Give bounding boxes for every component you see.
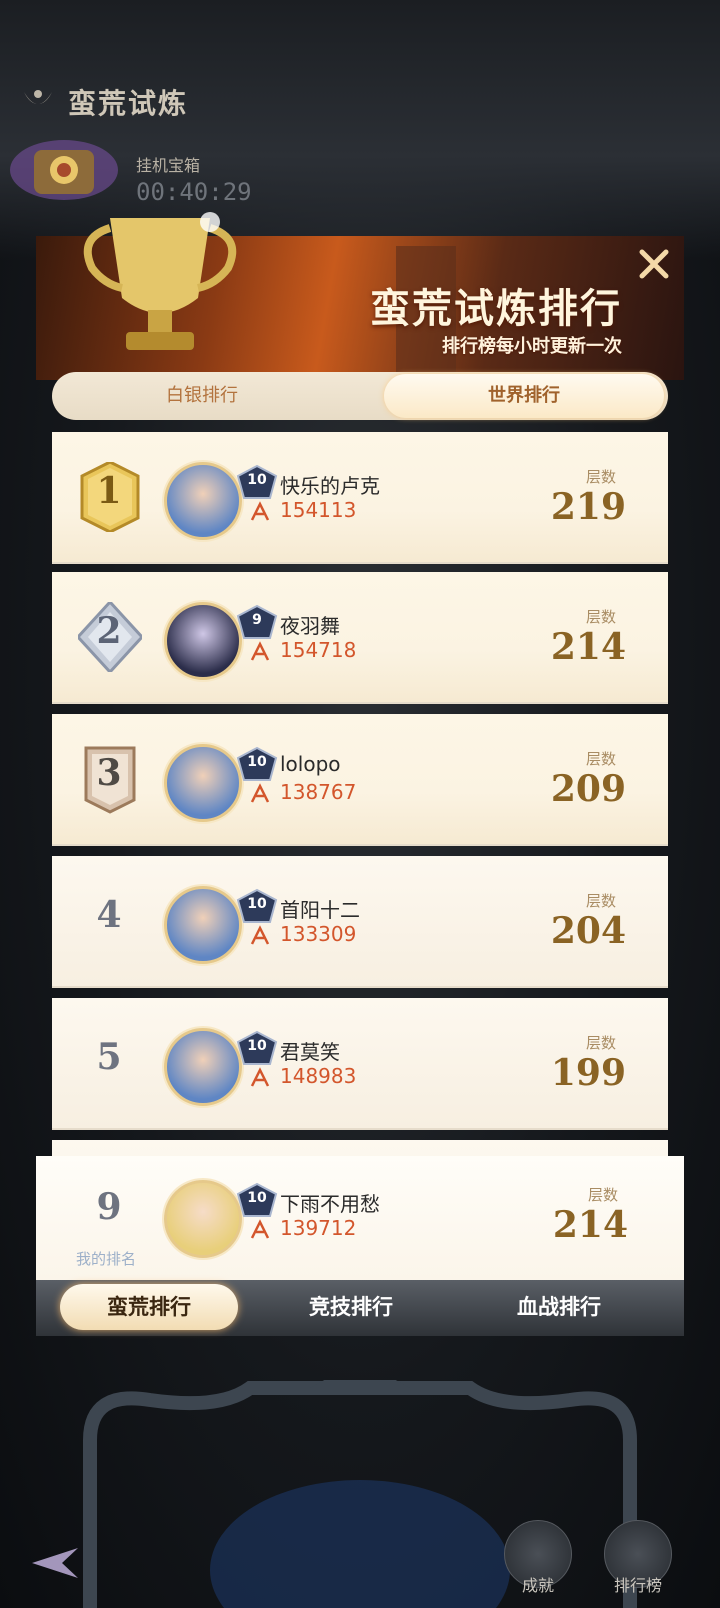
floors-value: 204 <box>550 910 626 952</box>
avatar[interactable] <box>164 602 242 680</box>
ranking-row[interactable]: 1 10 快乐的卢克 154113 层数 219 <box>52 432 668 564</box>
tab-world-ranking[interactable]: 世界排行 <box>384 374 664 418</box>
power-icon <box>250 501 270 521</box>
modal-title: 蛮荒试炼排行 <box>370 285 622 332</box>
region-tabs: 白银排行 世界排行 <box>52 372 668 420</box>
power-icon <box>250 1219 270 1239</box>
floors-label: 层数 <box>585 608 616 626</box>
power-icon <box>250 641 270 661</box>
floors-label: 层数 <box>585 468 616 486</box>
power-icon <box>250 925 270 945</box>
avatar[interactable] <box>164 1180 242 1258</box>
avatar[interactable] <box>164 1028 242 1106</box>
idle-chest-icon[interactable] <box>6 128 124 206</box>
my-rank-number: 9 <box>96 1186 122 1228</box>
ranking-row[interactable]: 4 10 首阳十二 133309 层数 204 <box>52 856 668 988</box>
floors-label: 层数 <box>585 1034 616 1052</box>
category-tabs: 蛮荒排行 竞技排行 血战排行 <box>36 1280 684 1336</box>
game-title: 蛮荒试炼 <box>68 87 189 120</box>
power-value: 138767 <box>280 780 357 804</box>
player-name: 首阳十二 <box>280 898 360 922</box>
power-icon <box>250 1067 270 1087</box>
tab-wild-ranking[interactable]: 蛮荒排行 <box>60 1284 238 1330</box>
player-name: lolopo <box>280 752 341 776</box>
power-value: 148983 <box>280 1064 357 1088</box>
tab-bloodbattle-ranking[interactable]: 血战排行 <box>484 1284 634 1330</box>
power-value: 133309 <box>280 922 357 946</box>
player-name: 下雨不用愁 <box>280 1192 380 1216</box>
floors-label: 层数 <box>587 1186 618 1204</box>
rank-number: 1 <box>96 470 122 512</box>
player-name: 君莫笑 <box>280 1040 340 1064</box>
floors-label: 层数 <box>585 892 616 910</box>
power-value: 154718 <box>280 638 357 662</box>
floors-value: 209 <box>550 768 626 810</box>
trophy-icon <box>83 212 237 350</box>
tab-silver-ranking[interactable]: 白银排行 <box>52 372 352 420</box>
rank-number: 5 <box>96 1036 122 1078</box>
ranking-row[interactable]: 2 9 夜羽舞 154718 层数 214 <box>52 572 668 704</box>
close-icon[interactable] <box>634 244 674 284</box>
leaderboard-modal: 蛮荒试炼排行 排行榜每小时更新一次 白银排行 世界排行 1 10 快乐的卢克 1… <box>36 212 684 1362</box>
leaderboard-label: 排行榜 <box>613 1576 662 1595</box>
back-arrow-icon[interactable] <box>18 1538 88 1588</box>
my-rank-label: 我的排名 <box>76 1250 137 1268</box>
my-rank-row[interactable]: 9 我的排名 10 下雨不用愁 139712 层数 214 <box>36 1156 684 1280</box>
floors-value: 214 <box>550 626 626 668</box>
rank-number: 4 <box>96 894 122 936</box>
ranking-row[interactable]: 3 10 lolopo 138767 层数 209 <box>52 714 668 846</box>
rank-number: 2 <box>96 610 122 652</box>
avatar[interactable] <box>164 462 242 540</box>
level-number: 10 <box>247 896 267 912</box>
mode-logo-icon <box>24 90 52 104</box>
level-number: 9 <box>252 612 262 628</box>
level-number: 10 <box>247 754 267 770</box>
power-value: 139712 <box>280 1216 357 1240</box>
ranking-row[interactable]: 5 10 君莫笑 148983 层数 199 <box>52 998 668 1130</box>
game-header: 蛮荒试炼 <box>18 82 188 122</box>
tab-arena-ranking[interactable]: 竞技排行 <box>276 1284 426 1330</box>
power-icon <box>250 783 270 803</box>
level-number: 10 <box>247 472 267 488</box>
power-value: 154113 <box>280 498 357 522</box>
level-number: 10 <box>247 1190 267 1206</box>
rank-number: 3 <box>96 752 122 794</box>
level-number: 10 <box>247 1038 267 1054</box>
achievement-label: 成就 <box>521 1576 554 1595</box>
floors-label: 层数 <box>585 750 616 768</box>
player-name: 快乐的卢克 <box>280 474 380 498</box>
idle-chest-label: 挂机宝箱 <box>136 156 201 175</box>
avatar[interactable] <box>164 886 242 964</box>
floors-value: 219 <box>550 486 626 528</box>
leaderboard-button[interactable]: 排行榜 <box>598 1520 678 1600</box>
modal-subtitle: 排行榜每小时更新一次 <box>442 336 622 357</box>
avatar[interactable] <box>164 744 242 822</box>
floors-value: 214 <box>552 1204 628 1246</box>
player-name: 夜羽舞 <box>280 614 340 638</box>
achievement-button[interactable]: 成就 <box>498 1520 578 1600</box>
floors-value: 199 <box>550 1052 626 1094</box>
